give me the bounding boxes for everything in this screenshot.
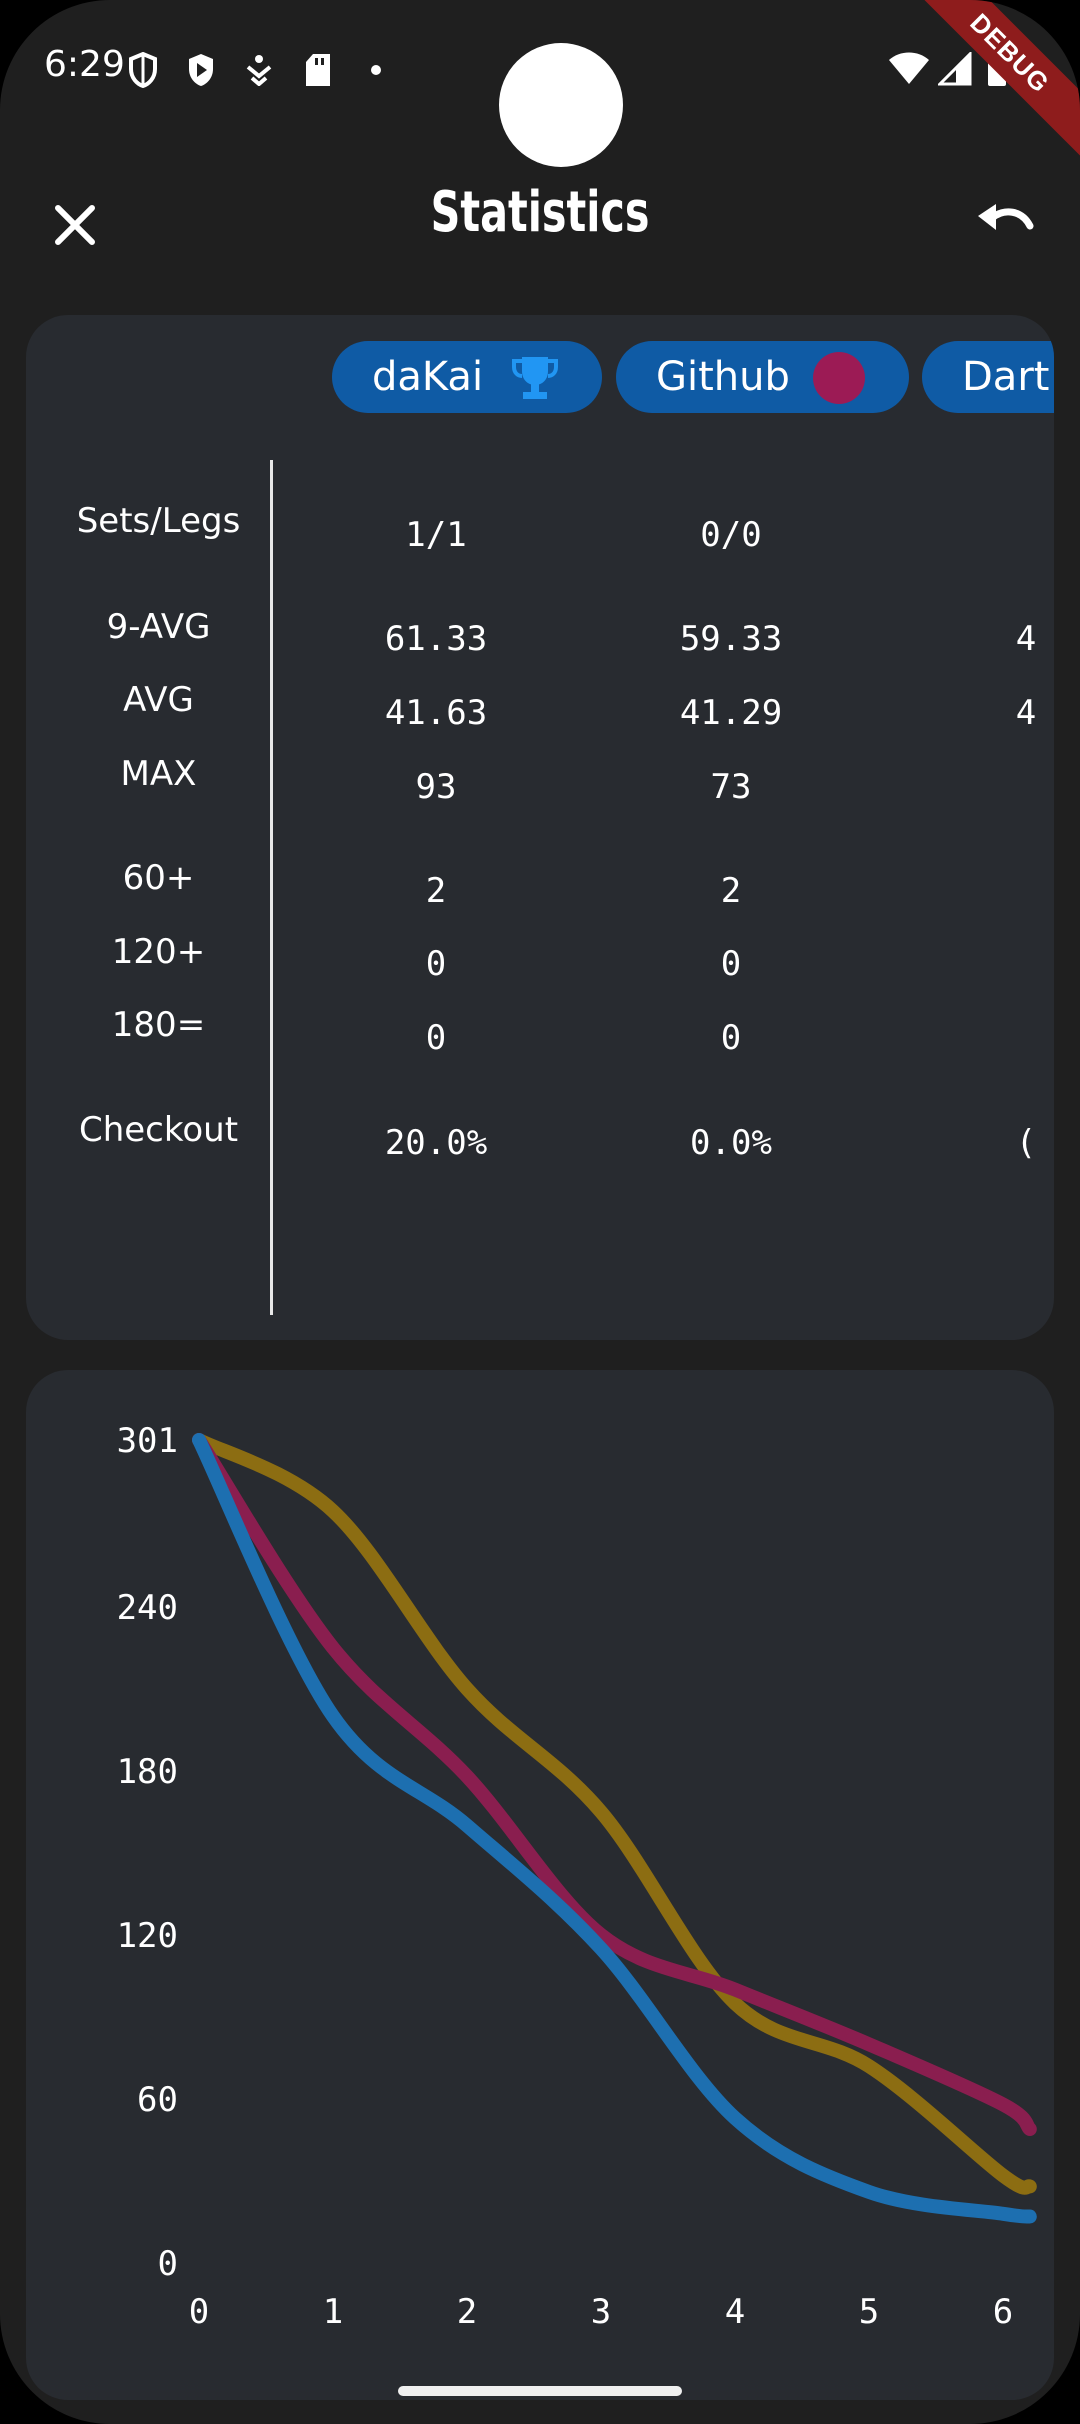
phone-screen: 6:29 DEBUG Statistics daKai Github Dart … — [0, 0, 1080, 2424]
value-180: 0 — [425, 1018, 447, 1058]
value-120-plus: 0 — [720, 944, 742, 984]
notification-dot-icon — [371, 65, 381, 75]
y-tick-label: 60 — [137, 2080, 178, 2120]
value-avg: 4 — [1015, 693, 1037, 733]
shield-play-icon — [189, 54, 213, 86]
stats-column-dart: 4 4 ( — [881, 315, 1054, 1340]
value-checkout: 20.0% — [384, 1123, 488, 1163]
value-max: 73 — [710, 767, 752, 807]
score-line-chart: 0 60 120 180 240 301 0 1 2 3 4 5 6 — [117, 1421, 1037, 2332]
value-9-avg: 59.33 — [679, 619, 783, 659]
undo-icon[interactable] — [970, 190, 1040, 260]
label-sets-legs: Sets/Legs — [76, 501, 241, 541]
home-indicator[interactable] — [398, 2386, 682, 2396]
value-checkout: ( — [1015, 1123, 1037, 1163]
accessibility-icon — [246, 55, 272, 86]
stats-column-dakai: 1/1 61.33 41.63 93 2 0 0 20.0% — [291, 315, 581, 1340]
statistics-card: daKai Github Dart Sets/Legs 9-AVG AVG MA… — [26, 315, 1054, 1340]
app-bar: Statistics — [0, 160, 1080, 280]
stats-column-github: 0/0 59.33 41.29 73 2 0 0 0.0% — [586, 315, 876, 1340]
score-chart-card: 0 60 120 180 240 301 0 1 2 3 4 5 6 — [26, 1370, 1054, 2400]
series-line-2 — [192, 1433, 1037, 2137]
value-avg: 41.63 — [384, 693, 488, 733]
column-divider — [270, 460, 273, 1315]
sd-card-icon — [306, 54, 330, 86]
value-60-plus: 2 — [720, 871, 742, 911]
label-9-avg: 9-AVG — [106, 607, 211, 647]
y-tick-label: 0 — [158, 2244, 178, 2284]
value-9-avg: 4 — [1015, 619, 1037, 659]
label-checkout: Checkout — [78, 1110, 239, 1150]
value-sets-legs: 0/0 — [700, 515, 762, 555]
camera-cutout — [499, 43, 623, 167]
stat-labels-column: Sets/Legs 9-AVG AVG MAX 60+ 120+ 180= Ch… — [26, 315, 291, 1340]
x-tick-label: 5 — [859, 2292, 879, 2332]
status-bar: 6:29 DEBUG — [0, 0, 1080, 167]
y-tick-label: 301 — [117, 1421, 178, 1461]
value-180: 0 — [720, 1018, 742, 1058]
wifi-icon — [889, 52, 929, 84]
x-tick-label: 1 — [323, 2292, 343, 2332]
label-avg: AVG — [123, 680, 194, 720]
y-tick-label: 120 — [117, 1916, 178, 1956]
stats-columns: 1/1 61.33 41.63 93 2 0 0 20.0% 0/0 59.33… — [291, 315, 1054, 1340]
series-line-1 — [192, 1433, 1037, 2195]
y-tick-label: 180 — [117, 1752, 178, 1792]
value-max: 93 — [415, 767, 457, 807]
label-180: 180= — [111, 1005, 206, 1045]
status-time: 6:29 — [44, 44, 125, 85]
value-avg: 41.29 — [679, 693, 783, 733]
x-tick-label: 3 — [591, 2292, 611, 2332]
label-max: MAX — [120, 754, 197, 794]
x-tick-label: 0 — [189, 2292, 209, 2332]
y-axis-labels: 0 60 120 180 240 301 — [117, 1421, 178, 2284]
value-checkout: 0.0% — [690, 1123, 772, 1163]
page-title: Statistics — [430, 180, 650, 245]
x-tick-label: 6 — [993, 2292, 1013, 2332]
label-120-plus: 120+ — [111, 932, 206, 972]
value-sets-legs: 1/1 — [405, 515, 467, 555]
x-tick-label: 2 — [457, 2292, 477, 2332]
label-60-plus: 60+ — [122, 858, 195, 898]
shield-outline-icon — [129, 52, 157, 88]
cellular-signal-icon — [938, 52, 972, 86]
value-60-plus: 2 — [425, 871, 447, 911]
x-axis-labels: 0 1 2 3 4 5 6 — [189, 2292, 1013, 2332]
x-tick-label: 4 — [725, 2292, 745, 2332]
value-120-plus: 0 — [425, 944, 447, 984]
series-lines — [192, 1433, 1037, 2224]
y-tick-label: 240 — [117, 1588, 178, 1628]
value-9-avg: 61.33 — [384, 619, 488, 659]
